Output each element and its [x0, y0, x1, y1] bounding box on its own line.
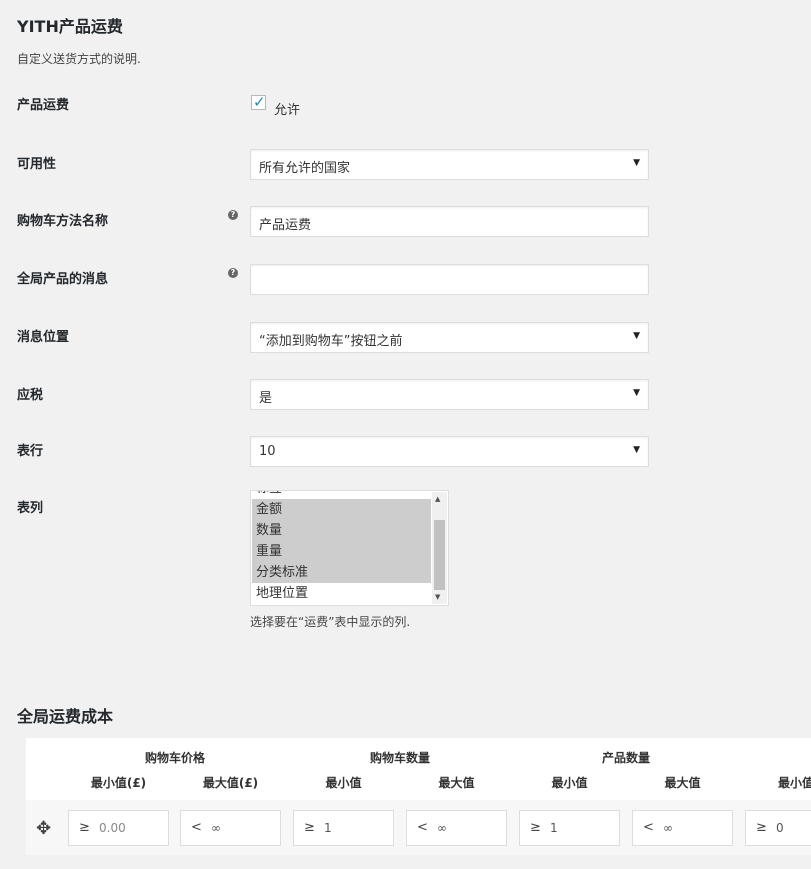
checkmark-icon: ✓ — [253, 93, 266, 111]
table-columns-listbox[interactable]: 标签 金额 数量 重量 分类标准 地理位置 ▲ ▼ — [250, 490, 449, 606]
table-columns-label: 表列 — [17, 501, 44, 516]
cart-qty-min-input[interactable]: ≥ 1 — [293, 810, 394, 846]
column-header: 最大值 — [438, 776, 475, 790]
global-message-label: 全局产品的消息 — [17, 272, 109, 287]
taxable-label: 应税 — [17, 388, 44, 403]
column-group-header: 产品数量 — [601, 751, 650, 765]
section-description: 自定义送货方式的说明. — [17, 52, 141, 66]
table-rows-select[interactable]: 10 ▼ — [250, 436, 649, 467]
column-header: 最小值 — [778, 776, 811, 790]
column-group-header: 购物车数量 — [369, 751, 430, 765]
cart-price-min-input[interactable]: ≥ 0.00 — [68, 810, 169, 846]
global-costs-title: 全局运费成本 — [17, 707, 114, 726]
chevron-down-icon: ▼ — [633, 445, 640, 455]
list-item[interactable]: 地理位置 — [252, 583, 431, 604]
table-columns-hint: 选择要在“运费”表中显示的列. — [250, 615, 411, 629]
cart-method-name-input[interactable]: 产品运费 — [250, 206, 649, 237]
chevron-down-icon: ▼ — [633, 331, 640, 341]
list-item[interactable]: 数量 — [252, 520, 431, 541]
cart-price-max-input[interactable]: < ∞ — [180, 810, 281, 846]
availability-select[interactable]: 所有允许的国家 ▼ — [250, 149, 649, 180]
scrollbar-thumb[interactable] — [434, 520, 445, 590]
taxable-select[interactable]: 是 ▼ — [250, 379, 649, 410]
help-icon[interactable]: ? — [228, 210, 238, 220]
enable-label: 产品运费 — [17, 98, 70, 113]
list-item[interactable]: 重量 — [252, 541, 431, 562]
scroll-up-icon[interactable]: ▲ — [435, 495, 440, 503]
table-rows-label: 表行 — [17, 444, 44, 459]
move-icon[interactable]: ✥ — [36, 818, 51, 839]
global-message-input[interactable] — [250, 264, 649, 295]
chevron-down-icon: ▼ — [633, 388, 640, 398]
list-item[interactable]: 标签 — [252, 491, 431, 499]
enable-checkbox-label: 允许 — [274, 103, 301, 118]
list-item[interactable]: 金额 — [252, 499, 431, 520]
product-qty-max-input[interactable]: < ∞ — [632, 810, 733, 846]
column-header: 最小值 — [325, 776, 362, 790]
product-qty-min-input[interactable]: ≥ 1 — [519, 810, 620, 846]
availability-label: 可用性 — [17, 157, 57, 172]
list-item[interactable]: 分类标准 — [252, 562, 431, 583]
chevron-down-icon: ▼ — [633, 158, 640, 168]
column-header: 最小值 — [551, 776, 588, 790]
cart-method-name-label: 购物车方法名称 — [17, 214, 109, 229]
enable-checkbox[interactable]: ✓ — [251, 93, 266, 111]
cart-qty-max-input[interactable]: < ∞ — [406, 810, 507, 846]
help-icon[interactable]: ? — [228, 268, 238, 278]
message-position-label: 消息位置 — [17, 330, 70, 345]
section-title: YITH产品运费 — [17, 17, 123, 36]
column-header: 最大值(£) — [202, 776, 259, 790]
column-group-header: 购物车价格 — [144, 751, 205, 765]
message-position-select[interactable]: “添加到购物车”按钮之前 ▼ — [250, 322, 649, 353]
scroll-down-icon[interactable]: ▼ — [435, 593, 440, 601]
column-header: 最大值 — [664, 776, 701, 790]
column-header: 最小值(£) — [90, 776, 147, 790]
scrollbar[interactable]: ▲ ▼ — [432, 492, 447, 604]
next-min-input[interactable]: ≥ 0 — [745, 810, 811, 846]
